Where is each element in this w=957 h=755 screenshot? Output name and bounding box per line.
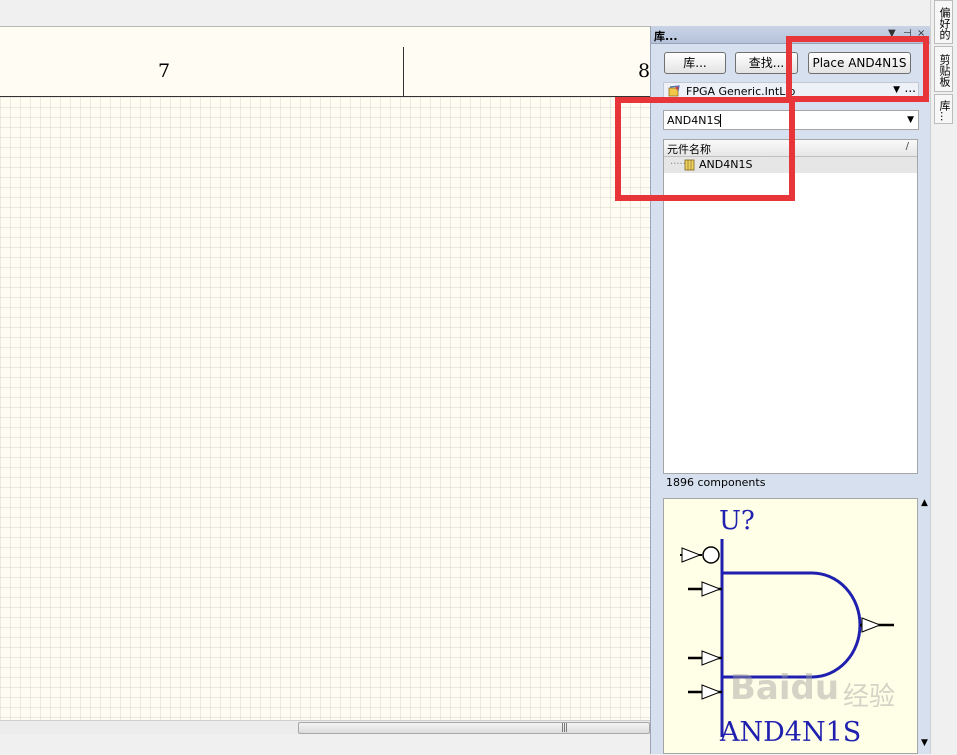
pin-arrow <box>701 581 722 597</box>
library-more-button[interactable]: ... <box>905 81 916 95</box>
chevron-up-icon[interactable]: ▲ <box>921 498 928 508</box>
zone-number-right: 8 <box>638 60 651 82</box>
pin-arrow <box>701 684 722 700</box>
dock-tab-favorites[interactable]: 偏好的 <box>934 0 953 44</box>
search-button[interactable]: 查找... <box>735 52 798 74</box>
scrollbar-thumb[interactable]: ||| <box>298 722 650 734</box>
top-strip <box>0 0 650 26</box>
zone-row: 7 8 <box>0 47 650 97</box>
component-name: AND4N1S <box>699 158 753 171</box>
pin-arrow <box>861 617 882 633</box>
preview-part-name: AND4N1S <box>719 717 861 748</box>
libraries-button[interactable]: 库... <box>664 52 726 74</box>
place-component-button[interactable]: Place AND4N1S <box>808 52 911 74</box>
zone-number-left: 7 <box>158 60 171 82</box>
dock-tab-clipboard[interactable]: 剪贴板 <box>934 46 953 92</box>
library-panel: 库... ▼ ⊣ × 库... 查找... Place AND4N1S FPGA… <box>650 26 931 754</box>
column-header-component-name[interactable]: 元件名称 / <box>664 140 917 157</box>
dropdown-icon[interactable]: ▼ <box>888 28 896 39</box>
pin-arrow <box>701 650 722 666</box>
component-count: 1896 components <box>666 476 766 489</box>
watermark-brand: Baidu <box>730 668 840 708</box>
component-filter-input[interactable]: AND4N1S ▼ <box>663 110 919 130</box>
inversion-bubble <box>702 546 720 564</box>
panel-title: 库... <box>654 30 678 43</box>
pin-arrow <box>681 547 702 563</box>
dock-tab-libraries[interactable]: 库... <box>934 94 953 124</box>
pin-icon[interactable]: ⊣ <box>903 28 912 39</box>
chevron-down-icon[interactable]: ▼ <box>921 738 928 748</box>
chevron-down-icon[interactable]: ▼ <box>907 115 914 125</box>
filter-value: AND4N1S <box>667 114 721 127</box>
component-list[interactable]: 元件名称 / ····· AND4N1S <box>663 139 918 474</box>
horizontal-scrollbar[interactable]: ||| <box>0 720 650 734</box>
zone-divider <box>403 47 404 97</box>
close-icon[interactable]: × <box>917 28 925 39</box>
symbol-preview: U? AND4N1S <box>663 498 918 754</box>
panel-title-bar[interactable]: 库... ▼ ⊣ × <box>651 26 931 44</box>
library-name: FPGA Generic.IntLib <box>686 85 796 98</box>
component-icon <box>684 159 695 171</box>
column-header-label: 元件名称 <box>667 143 711 156</box>
scrollbar-grip-icon: ||| <box>561 723 568 733</box>
schematic-canvas[interactable]: 7 8 <box>0 26 650 720</box>
gate-outline <box>722 571 862 679</box>
watermark-suffix: 经验 <box>843 682 896 712</box>
right-dock: 偏好的 剪贴板 库... <box>930 0 957 754</box>
chevron-down-icon[interactable]: ▼ <box>893 85 900 95</box>
and-gate-symbol: U? AND4N1S <box>680 506 894 748</box>
status-strip <box>0 734 650 754</box>
preview-designator: U? <box>719 506 755 536</box>
list-item[interactable]: ····· AND4N1S <box>664 157 917 173</box>
sort-indicator-icon: / <box>905 141 909 152</box>
library-selector[interactable]: FPGA Generic.IntLib ▼ ... <box>663 81 919 100</box>
library-icon <box>668 85 680 97</box>
sheet-border-strip <box>0 27 650 48</box>
text-caret <box>720 114 721 127</box>
